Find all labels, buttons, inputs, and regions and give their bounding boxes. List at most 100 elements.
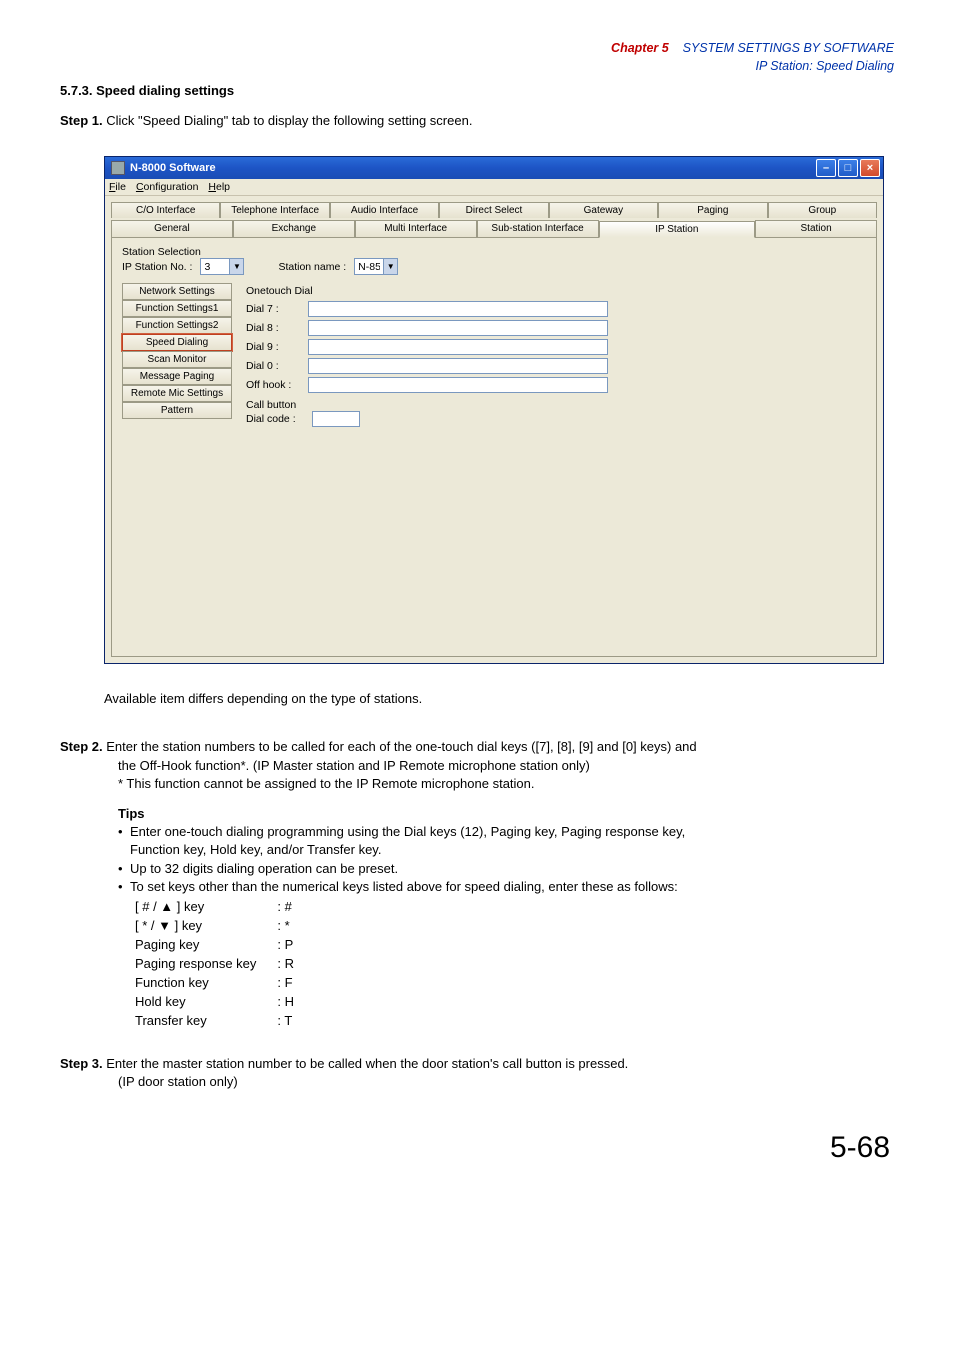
station-name-value[interactable] [355,259,383,274]
ip-station-no-value[interactable] [201,259,229,274]
step2-label: Step 2. [60,739,103,754]
tab-co-interface[interactable]: C/O Interface [111,202,220,218]
station-name-combo[interactable]: ▼ [354,258,398,275]
dial8-label: Dial 8 : [246,322,304,334]
station-selection-label: Station Selection [122,246,866,258]
table-row: Hold key: H [134,993,295,1010]
chapter-subtitle: IP Station: Speed Dialing [755,59,894,73]
dial0-label: Dial 0 : [246,360,304,372]
tab-panel: Station Selection IP Station No. : ▼ Sta… [111,237,877,657]
tab-general[interactable]: General [111,220,233,237]
side-function-settings1[interactable]: Function Settings1 [122,300,232,317]
key-code: : F [276,974,295,991]
menu-configuration[interactable]: Configuration [136,181,198,193]
key-name: Transfer key [134,1012,274,1029]
key-name: Function key [134,974,274,991]
close-button[interactable]: × [860,159,880,177]
tab-direct-select[interactable]: Direct Select [439,202,548,218]
key-name: Paging response key [134,955,274,972]
bullet-icon: • [118,823,130,859]
tab-ip-station[interactable]: IP Station [599,221,756,238]
section-heading: 5.7.3. Speed dialing settings [60,83,894,98]
chevron-down-icon[interactable]: ▼ [229,259,243,274]
app-window: N-8000 Software – □ × File Configuration… [104,156,884,664]
menu-file[interactable]: File [109,181,126,193]
tab-group[interactable]: Group [768,202,877,218]
key-code: : H [276,993,295,1010]
title-bar: N-8000 Software – □ × [105,157,883,179]
call-button-label: Call button [246,399,608,411]
offhook-label: Off hook : [246,379,304,391]
side-function-settings2[interactable]: Function Settings2 [122,317,232,334]
tab-row-bottom: General Exchange Multi Interface Sub-sta… [111,220,877,237]
chapter-label: Chapter 5 [611,41,669,55]
tab-sub-station-interface[interactable]: Sub-station Interface [477,220,599,237]
tip1a: Enter one-touch dialing programming usin… [130,824,685,839]
key-code: : R [276,955,295,972]
menu-bar: File Configuration Help [105,179,883,196]
table-row: Transfer key: T [134,1012,295,1029]
dial7-input[interactable] [308,301,608,317]
tab-station[interactable]: Station [755,220,877,237]
ip-station-no-label: IP Station No. : [122,261,192,273]
side-scan-monitor[interactable]: Scan Monitor [122,351,232,368]
step1-text: Click "Speed Dialing" tab to display the… [103,113,473,128]
tab-audio-interface[interactable]: Audio Interface [330,202,439,218]
side-nav: Network Settings Function Settings1 Func… [122,283,232,432]
key-code: : P [276,936,295,953]
tab-exchange[interactable]: Exchange [233,220,355,237]
form-area: Onetouch Dial Dial 7 : Dial 8 : Dial 9 :… [236,283,612,432]
tips-title: Tips [118,805,894,823]
key-mapping-table: [ # / ▲ ] key: # [ * / ▼ ] key: * Paging… [132,896,297,1031]
minimize-button[interactable]: – [816,159,836,177]
step3-line2: (IP door station only) [118,1073,894,1091]
chevron-down-icon[interactable]: ▼ [383,259,397,274]
step3-label: Step 3. [60,1056,103,1071]
bullet-icon: • [118,878,130,896]
table-row: Function key: F [134,974,295,991]
menu-help[interactable]: Help [208,181,230,193]
dial8-input[interactable] [308,320,608,336]
dial9-input[interactable] [308,339,608,355]
step2-note: * This function cannot be assigned to th… [118,775,894,793]
maximize-button[interactable]: □ [838,159,858,177]
bullet-icon: • [118,860,130,878]
tab-multi-interface[interactable]: Multi Interface [355,220,477,237]
chapter-title: SYSTEM SETTINGS BY SOFTWARE [683,41,894,55]
step2-line2: the Off-Hook function*. (IP Master stati… [118,757,894,775]
tab-telephone-interface[interactable]: Telephone Interface [220,202,329,218]
side-speed-dialing[interactable]: Speed Dialing [122,334,232,351]
ip-station-no-combo[interactable]: ▼ [200,258,244,275]
available-note: Available item differs depending on the … [104,690,894,708]
table-row: Paging response key: R [134,955,295,972]
key-name: Hold key [134,993,274,1010]
step1-label: Step 1. [60,113,103,128]
window-title: N-8000 Software [130,162,216,174]
side-network-settings[interactable]: Network Settings [122,283,232,300]
tip1b: Function key, Hold key, and/or Transfer … [130,842,381,857]
chapter-header: Chapter 5 SYSTEM SETTINGS BY SOFTWARE IP… [60,40,894,75]
key-code: : * [276,917,295,934]
page-number: 5-68 [60,1131,894,1165]
step2-line1: Enter the station numbers to be called f… [103,739,697,754]
key-code: : # [276,898,295,915]
app-icon [111,161,125,175]
dial0-input[interactable] [308,358,608,374]
table-row: [ * / ▼ ] key: * [134,917,295,934]
offhook-input[interactable] [308,377,608,393]
dialcode-label: Dial code : [246,413,308,425]
side-remote-mic-settings[interactable]: Remote Mic Settings [122,385,232,402]
tip3: To set keys other than the numerical key… [130,878,678,896]
tab-paging[interactable]: Paging [658,202,767,218]
key-name: [ # / ▲ ] key [134,898,274,915]
side-pattern[interactable]: Pattern [122,402,232,419]
dial9-label: Dial 9 : [246,341,304,353]
step3-line1: Enter the master station number to be ca… [103,1056,629,1071]
key-name: Paging key [134,936,274,953]
station-name-label: Station name : [278,261,346,273]
tab-gateway[interactable]: Gateway [549,202,658,218]
side-message-paging[interactable]: Message Paging [122,368,232,385]
onetouch-dial-label: Onetouch Dial [246,285,608,297]
dialcode-input[interactable] [312,411,360,427]
table-row: Paging key: P [134,936,295,953]
